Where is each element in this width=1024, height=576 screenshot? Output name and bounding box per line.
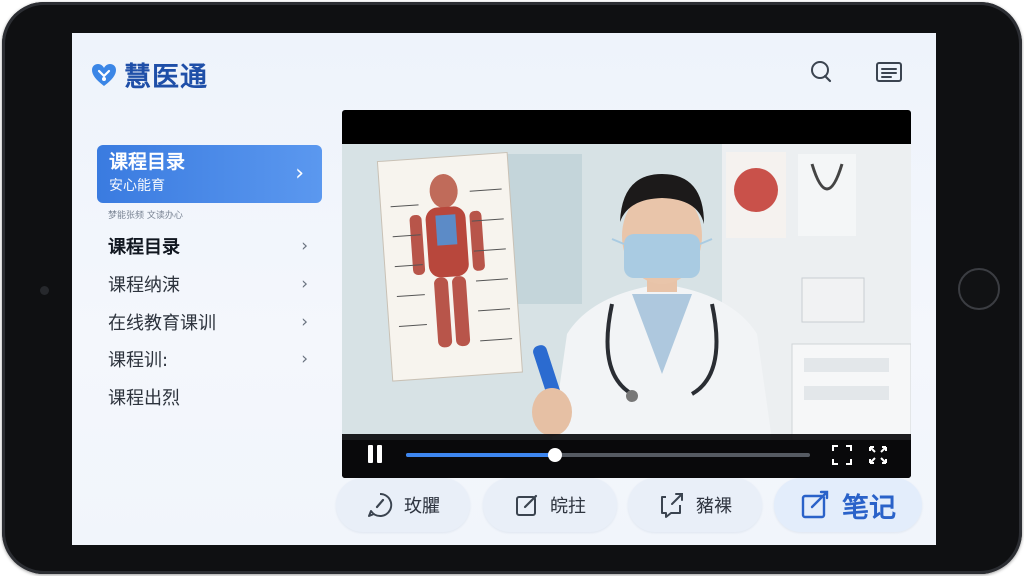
menu-button[interactable] [874,57,904,87]
sidebar-active-subtitle: 安心能育 [109,178,165,194]
notes-button[interactable]: 笔记 [774,478,922,532]
note-icon [801,490,829,519]
chevron-right-icon: › [301,349,308,369]
progress-track[interactable] [406,448,810,462]
chevron-right-icon: › [301,236,308,256]
action-label: 豬裸 [696,496,732,517]
sidebar-item-label: 课程纳涑 [108,275,180,296]
action-label: 皖拄 [550,496,586,517]
search-icon [811,61,832,83]
video-frame-image [342,144,911,440]
home-button[interactable] [958,268,1000,310]
action-label: 笔记 [842,492,896,524]
comment-icon [368,492,393,517]
chevron-right-icon: › [295,161,304,186]
action-button-1[interactable]: 玫臞 [336,478,470,532]
sidebar-item-3[interactable]: 在线教育课训 › [108,308,308,336]
sidebar-item-active[interactable]: 课程目录 安心能育 › [97,145,322,203]
sidebar-item-label: 课程目录 [108,237,180,258]
pause-button[interactable] [366,445,384,465]
sidebar-item-label: 课程出烈 [108,388,180,409]
action-label: 玫臞 [404,496,440,517]
tablet-frame: 慧医通 课程目录 安心能育 › 梦能张频 文读办心 课程目录 › 课程纳涑 › … [2,2,1022,574]
chevron-right-icon: › [301,274,308,294]
sidebar-item-4[interactable]: 课程训: › [108,345,308,373]
app-name: 慧医通 [124,62,208,93]
sidebar-item-5[interactable]: 课程出烈 [108,383,308,411]
fullscreen-icon[interactable] [830,443,854,467]
sidebar-item-label: 在线教育课训 [108,313,216,334]
sidebar-active-title: 课程目录 [109,151,186,173]
action-button-2[interactable]: 皖拄 [483,478,617,532]
pause-icon [377,445,382,463]
app-logo: 慧医通 [90,55,208,94]
pause-icon [368,445,373,463]
chevron-right-icon: › [301,312,308,332]
sidebar-item-label: 课程训: [108,350,169,371]
search-button[interactable] [806,57,836,87]
app-screen: 慧医通 课程目录 安心能育 › 梦能张频 文读办心 课程目录 › 课程纳涑 › … [72,33,936,545]
video-frame [342,144,911,440]
logo-icon [92,63,116,86]
sidebar-hint: 梦能张频 文读办心 [108,211,183,221]
menu-icon [876,62,902,82]
sidebar-item-course-catalog[interactable]: 课程目录 › [108,232,308,260]
progress-fill [406,453,556,457]
video-player[interactable] [342,110,911,478]
edit-icon [516,494,538,516]
action-button-3[interactable]: 豬裸 [628,478,762,532]
share-icon [661,493,683,518]
sidebar-item-2[interactable]: 课程纳涑 › [108,270,308,298]
expand-icon[interactable] [866,443,890,467]
camera [40,286,49,295]
